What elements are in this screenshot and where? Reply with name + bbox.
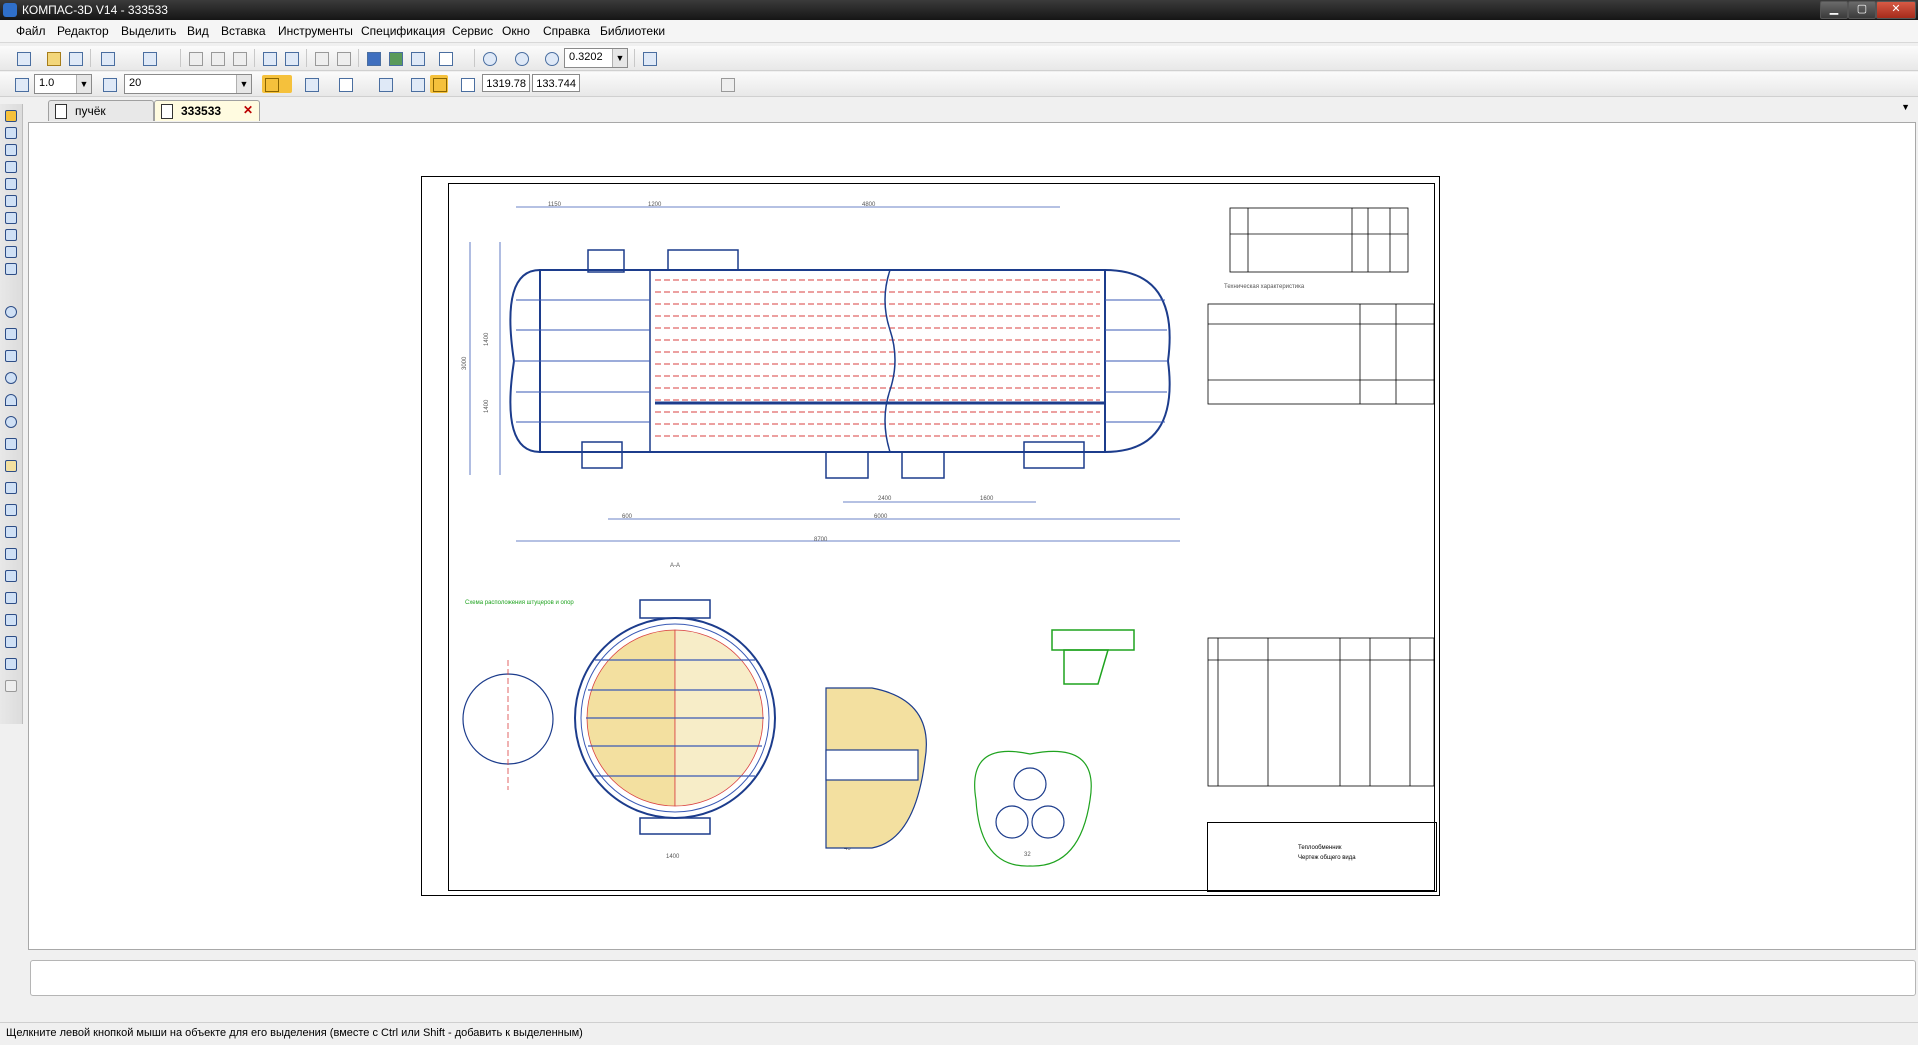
dim-8700: 8700: [814, 537, 828, 543]
dim-1400-top: 1400: [484, 332, 490, 346]
vessel-main-view: [509, 249, 1171, 479]
sheet-subtitle: Чертеж общего вида: [1298, 855, 1356, 861]
bundle-end-view: [974, 750, 1092, 867]
dim-1200: 1200: [648, 202, 662, 208]
status-hint: Щелкните левой кнопкой мыши на объекте д…: [6, 1027, 583, 1039]
dim-1400-bottom: 1400: [484, 399, 490, 413]
status-bar: Щелкните левой кнопкой мыши на объекте д…: [0, 1022, 1918, 1045]
sheet-title: Теплообменник: [1298, 845, 1342, 851]
side-view: [462, 660, 554, 790]
properties-panel[interactable]: [30, 960, 1916, 996]
dim-1400-section: 1400: [666, 854, 680, 860]
dim-1150: 1150: [548, 202, 562, 208]
section-view: [574, 599, 776, 835]
drawing-graphics: 1150 1200 4800 1400 1400 3000 2400 1600 …: [462, 202, 1435, 867]
dim-1600: 1600: [980, 496, 994, 502]
dim-32: 32: [1024, 852, 1031, 858]
nozzle-scheme-label: Схема расположения штуцеров и опор: [465, 600, 574, 606]
specification-table: [1207, 637, 1435, 787]
dim-2400: 2400: [878, 496, 892, 502]
dim-4800: 4800: [862, 202, 876, 208]
dim-600: 600: [622, 514, 633, 520]
title-block: Теплообменник Чертеж общего вида: [1207, 822, 1437, 892]
tech-characteristics-table: [1207, 303, 1435, 405]
nozzle-table: [1229, 207, 1409, 273]
dim-3000: 3000: [462, 356, 468, 370]
dim-6000: 6000: [874, 514, 888, 520]
dimension-lines: [469, 206, 1180, 542]
section-label: А-А: [670, 563, 680, 569]
tube-sheet-detail: [825, 687, 927, 849]
tech-table-title: Техническая характеристика: [1224, 284, 1305, 290]
flange-detail: [1051, 629, 1135, 685]
